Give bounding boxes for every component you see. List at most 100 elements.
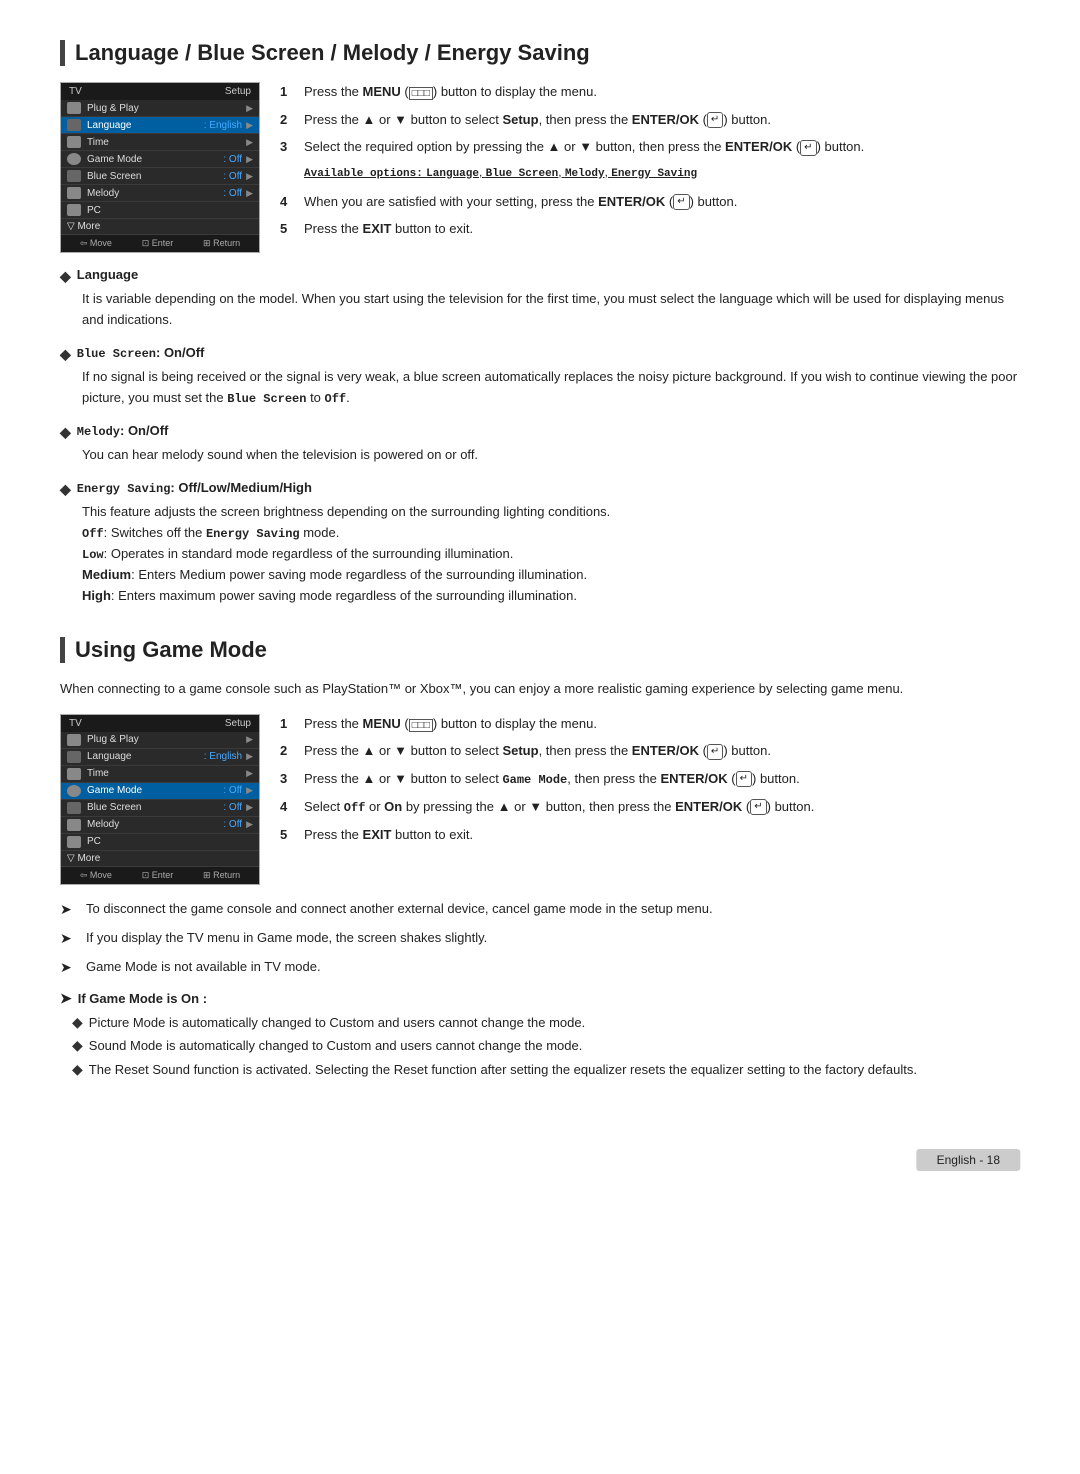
menu2-footer-move: ⇦ Move bbox=[80, 870, 112, 881]
if-game-mode-title: ➤ If Game Mode is On : bbox=[60, 990, 1020, 1007]
bullet-title: Energy Saving: Off/Low/Medium/High bbox=[77, 480, 312, 496]
section1-content: TV Setup Plug & Play ▶ Language : Englis… bbox=[60, 82, 1020, 253]
bullet-heading: ◆ Energy Saving: Off/Low/Medium/High bbox=[60, 480, 1020, 498]
if-game-bullet-text: The Reset Sound function is activated. S… bbox=[89, 1060, 917, 1080]
plug-icon bbox=[67, 734, 81, 746]
bullet-body: You can hear melody sound when the telev… bbox=[82, 445, 1020, 466]
lang-icon bbox=[67, 119, 81, 131]
bullet-heading: ◆ Melody: On/Off bbox=[60, 423, 1020, 441]
bullet-body: It is variable depending on the model. W… bbox=[82, 289, 1020, 331]
blue-icon bbox=[67, 170, 81, 182]
step-text: Press the ▲ or ▼ button to select Setup,… bbox=[304, 741, 1020, 761]
step-text: Press the EXIT button to exit. bbox=[304, 219, 1020, 239]
plug-icon bbox=[67, 102, 81, 114]
note-text: Game Mode is not available in TV mode. bbox=[86, 957, 321, 977]
section-gamemode: Using Game Mode When connecting to a gam… bbox=[60, 637, 1020, 1079]
step2-3: 3 Press the ▲ or ▼ button to select Game… bbox=[280, 769, 1020, 789]
clock-icon bbox=[67, 136, 81, 148]
if-game-bullet-text: Sound Mode is automatically changed to C… bbox=[89, 1036, 583, 1056]
menu1-item-more: ▽ More bbox=[61, 219, 259, 235]
page-number: English - 18 bbox=[917, 1149, 1020, 1171]
menu2-setup-label: Setup bbox=[225, 718, 251, 729]
arrow-icon: ➤ bbox=[60, 957, 78, 978]
menu2-item-time: Time ▶ bbox=[61, 766, 259, 783]
step1-4: 4 When you are satisfied with your setti… bbox=[280, 192, 1020, 212]
menu2-item-language: Language : English ▶ bbox=[61, 749, 259, 766]
menu1-header: TV Setup bbox=[61, 83, 259, 100]
menu2-header: TV Setup bbox=[61, 715, 259, 732]
step-text: Press the ▲ or ▼ button to select Game M… bbox=[304, 769, 1020, 789]
if-game-mode-section: ➤ If Game Mode is On : ◆ Picture Mode is… bbox=[60, 990, 1020, 1080]
menu2-footer: ⇦ Move ⊡ Enter ⊞ Return bbox=[61, 867, 259, 884]
menu1-item-pc: PC bbox=[61, 202, 259, 219]
step-text: Press the MENU (□□□) button to display t… bbox=[304, 714, 1020, 734]
bullet-title: Melody: On/Off bbox=[77, 423, 169, 439]
bullet-title: Blue Screen: On/Off bbox=[77, 345, 205, 361]
menu1-item-gamemode: Game Mode : Off ▶ bbox=[61, 151, 259, 168]
arrow-icon: ➤ bbox=[60, 928, 78, 949]
step-text: Select the required option by pressing t… bbox=[304, 137, 1020, 157]
circle-icon bbox=[67, 153, 81, 165]
section1-title: Language / Blue Screen / Melody / Energy… bbox=[75, 40, 1020, 66]
step-text: Press the EXIT button to exit. bbox=[304, 825, 1020, 845]
menu2-item-more: ▽ More bbox=[61, 851, 259, 867]
step-text: Press the MENU (□□□) button to display t… bbox=[304, 82, 1020, 102]
section1-header: Language / Blue Screen / Melody / Energy… bbox=[60, 40, 1020, 66]
step1-5: 5 Press the EXIT button to exit. bbox=[280, 219, 1020, 239]
step-number: 1 bbox=[280, 82, 296, 102]
note-text: To disconnect the game console and conne… bbox=[86, 899, 713, 919]
diamond-icon: ◆ bbox=[60, 267, 71, 285]
step-text: Press the ▲ or ▼ button to select Setup,… bbox=[304, 110, 1020, 130]
menu1-footer-enter: ⊡ Enter bbox=[142, 238, 174, 249]
bullet-energy: ◆ Energy Saving: Off/Low/Medium/High Thi… bbox=[60, 480, 1020, 607]
step-number: 5 bbox=[280, 825, 296, 845]
step-number: 3 bbox=[280, 769, 296, 789]
menu2-footer-enter: ⊡ Enter bbox=[142, 870, 174, 881]
diamond-icon: ◆ bbox=[72, 1036, 83, 1056]
step-text: When you are satisfied with your setting… bbox=[304, 192, 1020, 212]
menu2-item-bluescreen: Blue Screen : Off ▶ bbox=[61, 800, 259, 817]
circle-icon bbox=[67, 785, 81, 797]
menu1-footer-move: ⇦ Move bbox=[80, 238, 112, 249]
available-options: Available options: Language, Blue Screen… bbox=[304, 165, 1020, 180]
sound-icon bbox=[67, 187, 81, 199]
menu1-footer: ⇦ Move ⊡ Enter ⊞ Return bbox=[61, 235, 259, 252]
menu2-item-gamemode: Game Mode : Off ▶ bbox=[61, 783, 259, 800]
diamond-icon: ◆ bbox=[60, 480, 71, 498]
star-icon bbox=[67, 836, 81, 848]
star-icon bbox=[67, 204, 81, 216]
bullet-language: ◆ Language It is variable depending on t… bbox=[60, 267, 1020, 331]
menu1-item-bluescreen: Blue Screen : Off ▶ bbox=[61, 168, 259, 185]
blue-icon bbox=[67, 802, 81, 814]
section-language: Language / Blue Screen / Melody / Energy… bbox=[60, 40, 1020, 607]
step-number: 1 bbox=[280, 714, 296, 734]
clock-icon bbox=[67, 768, 81, 780]
menu1-setup-label: Setup bbox=[225, 86, 251, 97]
menu1-tv-label: TV bbox=[69, 86, 82, 97]
if-game-title-text: If Game Mode is On : bbox=[78, 991, 207, 1006]
sound-icon bbox=[67, 819, 81, 831]
menu2-item-melody: Melody : Off ▶ bbox=[61, 817, 259, 834]
step1-2: 2 Press the ▲ or ▼ button to select Setu… bbox=[280, 110, 1020, 130]
menu1-item-time: Time ▶ bbox=[61, 134, 259, 151]
arrow-icon: ➤ bbox=[60, 990, 72, 1007]
step-number: 2 bbox=[280, 741, 296, 761]
diamond-icon: ◆ bbox=[72, 1060, 83, 1080]
menu1-item-melody: Melody : Off ▶ bbox=[61, 185, 259, 202]
step2-1: 1 Press the MENU (□□□) button to display… bbox=[280, 714, 1020, 734]
bullet-body: This feature adjusts the screen brightne… bbox=[82, 502, 1020, 607]
step2-5: 5 Press the EXIT button to exit. bbox=[280, 825, 1020, 845]
bullet-title: Language bbox=[77, 267, 138, 282]
step-number: 4 bbox=[280, 797, 296, 817]
arrow-icon: ➤ bbox=[60, 899, 78, 920]
note1: ➤ To disconnect the game console and con… bbox=[60, 899, 1020, 920]
if-game-bullet-3: ◆ The Reset Sound function is activated.… bbox=[72, 1060, 1020, 1080]
step-text: Select Off or On by pressing the ▲ or ▼ … bbox=[304, 797, 1020, 817]
menu2-tv-label: TV bbox=[69, 718, 82, 729]
bullet-melody: ◆ Melody: On/Off You can hear melody sou… bbox=[60, 423, 1020, 466]
menu2-footer-return: ⊞ Return bbox=[203, 870, 240, 881]
menu2-item-plug: Plug & Play ▶ bbox=[61, 732, 259, 749]
menu1-footer-return: ⊞ Return bbox=[203, 238, 240, 249]
if-game-bullet-2: ◆ Sound Mode is automatically changed to… bbox=[72, 1036, 1020, 1056]
note2: ➤ If you display the TV menu in Game mod… bbox=[60, 928, 1020, 949]
